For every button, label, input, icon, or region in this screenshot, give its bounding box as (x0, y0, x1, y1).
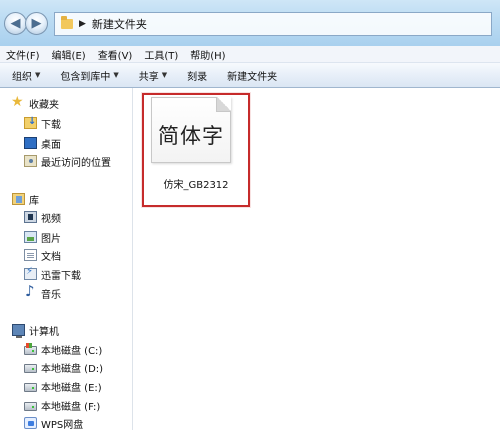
include-in-library-label: 包含到库中 (60, 71, 111, 83)
nav-item-videos[interactable]: 视频 (24, 208, 61, 226)
nav-item-downloads[interactable]: 下载 (24, 114, 61, 132)
burn-label: 刻录 (187, 71, 208, 83)
hard-drive-icon (24, 382, 37, 392)
computer-icon (12, 324, 25, 338)
chevron-down-icon: ▼ (35, 71, 41, 79)
nav-item-label: 文档 (41, 251, 61, 263)
desktop-icon (24, 137, 37, 149)
forward-arrow-icon: ▶ (31, 16, 42, 31)
chevron-down-icon: ▼ (161, 71, 168, 79)
new-folder-label: 新建文件夹 (227, 71, 278, 83)
font-preview-text: 简体字 (158, 124, 224, 148)
command-toolbar: 组织 ▼ 包含到库中 ▼ 共享 ▼ 刻录 新建文件夹 (0, 63, 500, 88)
folder-icon (61, 16, 73, 29)
nav-item-label: WPS网盘 (41, 419, 84, 431)
nav-favorites[interactable]: 收藏夹 (11, 94, 59, 112)
recent-places-icon (24, 155, 37, 167)
nav-libraries-label: 库 (29, 195, 39, 207)
address-bar[interactable]: ▶ 新建文件夹 (54, 12, 492, 36)
menu-help[interactable]: 帮助(H) (184, 47, 231, 62)
nav-item-label: 图片 (41, 233, 61, 245)
organize-button[interactable]: 组织 ▼ (0, 68, 50, 83)
nav-item-thunder-downloads[interactable]: 迅雷下载 (24, 265, 81, 283)
nav-item-label: 本地磁盘 (C:) (41, 345, 103, 357)
document-library-icon (24, 249, 37, 261)
video-library-icon (24, 211, 37, 223)
nav-item-label: 最近访问的位置 (41, 157, 111, 169)
nav-item-pictures[interactable]: 图片 (24, 228, 61, 246)
menu-file[interactable]: 文件(F) (0, 47, 46, 62)
forward-button[interactable]: ▶ (25, 12, 48, 35)
nav-item-drive-d[interactable]: 本地磁盘 (D:) (24, 358, 103, 376)
nav-item-drive-c[interactable]: 本地磁盘 (C:) (24, 340, 102, 358)
nav-item-label: 本地磁盘 (D:) (41, 363, 104, 375)
nav-item-label: 本地磁盘 (F:) (41, 401, 101, 413)
music-note-icon (24, 282, 37, 300)
nav-item-documents[interactable]: 文档 (24, 246, 61, 264)
nav-item-wps-cloud[interactable]: WPS网盘 (24, 414, 83, 432)
back-arrow-icon: ◀ (10, 16, 21, 31)
thunder-download-icon (24, 266, 37, 280)
nav-favorites-label: 收藏夹 (29, 99, 59, 111)
nav-libraries[interactable]: 库 (12, 190, 39, 208)
library-icon (12, 193, 25, 205)
breadcrumb-current-folder[interactable]: 新建文件夹 (92, 16, 147, 32)
nav-item-label: 本地磁盘 (E:) (41, 382, 102, 394)
file-name-label[interactable]: 仿宋_GB2312 (142, 176, 250, 191)
back-button[interactable]: ◀ (4, 12, 27, 35)
nav-computer[interactable]: 计算机 (12, 321, 59, 339)
nav-item-music[interactable]: 音乐 (24, 282, 61, 302)
burn-button[interactable]: 刻录 (177, 68, 217, 83)
nav-item-drive-e[interactable]: 本地磁盘 (E:) (24, 377, 102, 395)
menu-bar: 文件(F) 编辑(E) 查看(V) 工具(T) 帮助(H) (0, 46, 500, 63)
nav-item-recent-places[interactable]: 最近访问的位置 (24, 152, 111, 170)
navigation-pane: 收藏夹 下载 桌面 最近访问的位置 库 视频 图片 文档 迅雷下载 音乐 计算机 (0, 88, 133, 432)
hard-drive-icon (24, 363, 37, 373)
menu-edit[interactable]: 编辑(E) (46, 47, 92, 62)
font-file-icon[interactable]: 简体字 (151, 97, 231, 163)
organize-label: 组织 (12, 71, 32, 83)
downloads-folder-icon (24, 116, 37, 129)
nav-item-label: 视频 (41, 213, 61, 225)
share-label: 共享 (138, 71, 159, 83)
new-folder-button[interactable]: 新建文件夹 (217, 68, 287, 83)
picture-library-icon (24, 231, 37, 243)
nav-item-drive-f[interactable]: 本地磁盘 (F:) (24, 396, 100, 414)
cloud-drive-icon (24, 417, 37, 429)
menu-view[interactable]: 查看(V) (92, 47, 139, 62)
chevron-down-icon: ▼ (113, 71, 119, 79)
nav-item-desktop[interactable]: 桌面 (24, 134, 61, 152)
breadcrumb-separator-icon[interactable]: ▶ (79, 19, 86, 29)
nav-computer-label: 计算机 (29, 326, 59, 338)
nav-item-label: 迅雷下载 (41, 270, 81, 282)
system-drive-icon (24, 342, 37, 355)
star-icon (11, 94, 25, 110)
menu-tools[interactable]: 工具(T) (138, 47, 184, 62)
hard-drive-icon (24, 401, 37, 411)
title-bar: ◀ ▶ ▶ 新建文件夹 (0, 0, 500, 46)
nav-item-label: 下载 (41, 119, 61, 131)
include-in-library-button[interactable]: 包含到库中 ▼ (50, 68, 128, 83)
share-button[interactable]: 共享 ▼ (129, 68, 177, 83)
nav-item-label: 桌面 (41, 139, 61, 151)
nav-item-label: 音乐 (41, 289, 61, 301)
